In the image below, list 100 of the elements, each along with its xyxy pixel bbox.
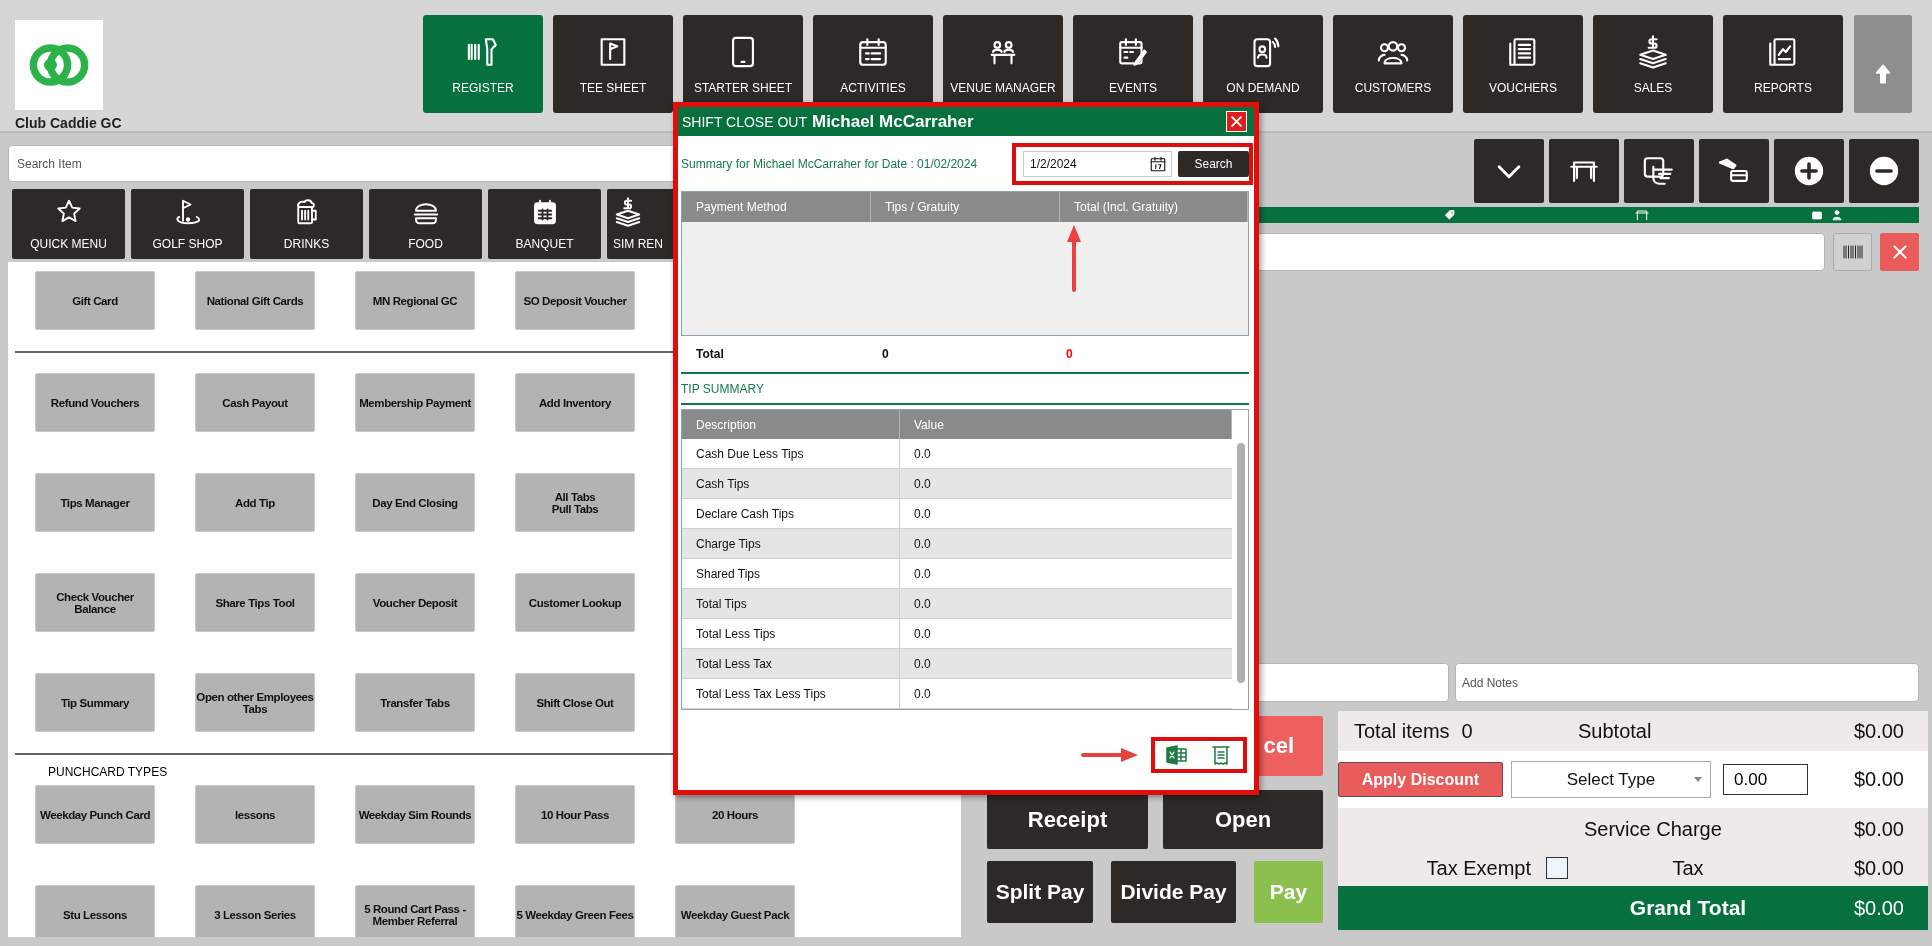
item-button[interactable]: Membership Payment	[355, 373, 475, 432]
item-button[interactable]: 10 Hour Pass	[515, 785, 635, 844]
category-button[interactable]: BANQUET	[488, 189, 601, 259]
item-button[interactable]: Add Inventory	[515, 373, 635, 432]
item-button[interactable]: 3 Lesson Series	[195, 885, 315, 937]
item-button[interactable]: Transfer Tabs	[355, 673, 475, 732]
item-button[interactable]: Voucher Deposit	[355, 573, 475, 632]
calendar-pencil-icon	[1116, 35, 1150, 69]
item-button[interactable]: 5 Weekday Green Fees	[515, 885, 635, 937]
money-icon	[613, 197, 643, 227]
toolbar-button[interactable]	[1774, 139, 1844, 203]
tax-exempt-checkbox[interactable]	[1546, 857, 1568, 879]
date-field[interactable]: 1/2/2024	[1023, 150, 1172, 177]
total-tips: 0	[881, 347, 890, 361]
nav-tab[interactable]: TEE SHEET	[553, 15, 673, 113]
employee-name: Michael McCarraher	[812, 111, 974, 132]
table-cell: Total Tips	[682, 589, 900, 619]
clear-button[interactable]	[1880, 233, 1919, 271]
receipt-icon	[1209, 743, 1233, 767]
item-button[interactable]: Weekday Sim Rounds	[355, 785, 475, 844]
close-icon	[1229, 114, 1244, 129]
calendar-icon	[856, 35, 890, 69]
club-name: Club Caddie GC	[15, 115, 123, 131]
action-button[interactable]: Split Pay	[987, 861, 1093, 923]
table-cell: 0.0	[900, 469, 1232, 499]
item-button[interactable]: Add Tip	[195, 473, 315, 532]
item-button[interactable]: Gift Card	[35, 271, 155, 330]
print-receipt-button[interactable]	[1209, 743, 1233, 767]
category-button[interactable]: SIM REN	[607, 189, 675, 259]
item-button[interactable]: Weekday Guest Pack	[675, 885, 795, 937]
nav-tab[interactable]: VOUCHERS	[1463, 15, 1583, 113]
item-button[interactable]: Shift Close Out	[515, 673, 635, 732]
item-button[interactable]: Refund Vouchers	[35, 373, 155, 432]
action-button[interactable]: Open	[1163, 790, 1323, 849]
subtotal-amount: $0.00	[1852, 719, 1905, 743]
notes-field[interactable]: Add Notes	[1455, 663, 1919, 702]
table-cell: 0.0	[900, 649, 1232, 679]
item-button[interactable]: lessons	[195, 785, 315, 844]
item-button[interactable]: Open other Employees Tabs	[195, 673, 315, 732]
discount-type-select[interactable]: Select Type	[1510, 761, 1711, 798]
table-cell: 0.0	[900, 679, 1232, 709]
item-button[interactable]: Cash Payout	[195, 373, 315, 432]
dialog-title: SHIFT CLOSE OUT	[682, 113, 807, 130]
grand-total-amount: $0.00	[1852, 896, 1905, 920]
person-icon	[1831, 209, 1843, 221]
item-button[interactable]: Check Voucher Balance	[35, 573, 155, 632]
toolbar-button[interactable]	[1699, 139, 1769, 203]
total-items-label: Total items	[1354, 719, 1450, 743]
item-button[interactable]: 5 Round Cart Pass - Member Referral	[355, 885, 475, 937]
grand-total-label: Grand Total	[1628, 896, 1748, 920]
search-button[interactable]: Search	[1178, 150, 1249, 177]
item-button[interactable]: Tip Summary	[35, 673, 155, 732]
dropdown-caret-icon	[1694, 777, 1702, 782]
table-cell: 0.0	[900, 589, 1232, 619]
toolbar-button[interactable]	[1624, 139, 1694, 203]
nav-tab[interactable]: ON DEMAND	[1203, 15, 1323, 113]
tax-exempt-label: Tax Exempt	[1426, 856, 1531, 880]
item-button[interactable]: Weekday Punch Card	[35, 785, 155, 844]
discount-field[interactable]: 0.00	[1723, 764, 1808, 795]
column-header: Description	[682, 410, 900, 439]
table-cell: Total Less Tax	[682, 649, 900, 679]
action-button[interactable]: Divide Pay	[1111, 861, 1236, 923]
discount-amount: $0.00	[1852, 768, 1905, 791]
toolbar-button[interactable]	[1849, 139, 1919, 203]
category-button[interactable]: QUICK MENU	[12, 189, 125, 259]
toolbar-button[interactable]	[1549, 139, 1619, 203]
close-button[interactable]	[1226, 111, 1247, 132]
section-title: PUNCHCARD TYPES	[47, 765, 169, 779]
item-button[interactable]: All Tabs Pull Tabs	[515, 473, 635, 532]
item-button[interactable]: National Gift Cards	[195, 271, 315, 330]
item-button[interactable]: Tips Manager	[35, 473, 155, 532]
nav-tab[interactable]: CUSTOMERS	[1333, 15, 1453, 113]
annotation-arrow	[1081, 747, 1139, 763]
table-cell: Cash Tips	[682, 469, 900, 499]
category-button[interactable]: FOOD	[369, 189, 482, 259]
calendar-icon	[1149, 154, 1167, 173]
table-cell: Total Less Tax Less Tips	[682, 679, 900, 709]
item-button[interactable]: MN Regional GC	[355, 271, 475, 330]
scrollbar[interactable]	[1237, 443, 1245, 683]
item-button[interactable]: Share Tips Tool	[195, 573, 315, 632]
item-button[interactable]: Day End Closing	[355, 473, 475, 532]
scroll-up-button[interactable]	[1854, 15, 1912, 113]
category-button[interactable]: DRINKS	[250, 189, 363, 259]
service-charge-amount: $0.00	[1852, 817, 1905, 841]
spreadsheet-icon	[1165, 743, 1189, 767]
barcode-button[interactable]	[1833, 233, 1872, 271]
column-header: Value	[900, 410, 1232, 439]
category-button[interactable]: GOLF SHOP	[131, 189, 244, 259]
item-button[interactable]: Customer Lookup	[515, 573, 635, 632]
nav-tab[interactable]: REPORTS	[1723, 15, 1843, 113]
item-button[interactable]: SO Deposit Voucher	[515, 271, 635, 330]
total-items-count: 0	[1461, 719, 1473, 743]
table-icon	[1634, 207, 1650, 223]
nav-tab[interactable]: SALES	[1593, 15, 1713, 113]
excel-export-button[interactable]	[1165, 743, 1189, 767]
item-button[interactable]: Stu Lessons	[35, 885, 155, 937]
money-icon	[1636, 35, 1670, 69]
total-label: Total	[695, 347, 725, 361]
nav-tab[interactable]: REGISTER	[423, 15, 543, 113]
section-title: TIP SUMMARY	[681, 381, 764, 396]
